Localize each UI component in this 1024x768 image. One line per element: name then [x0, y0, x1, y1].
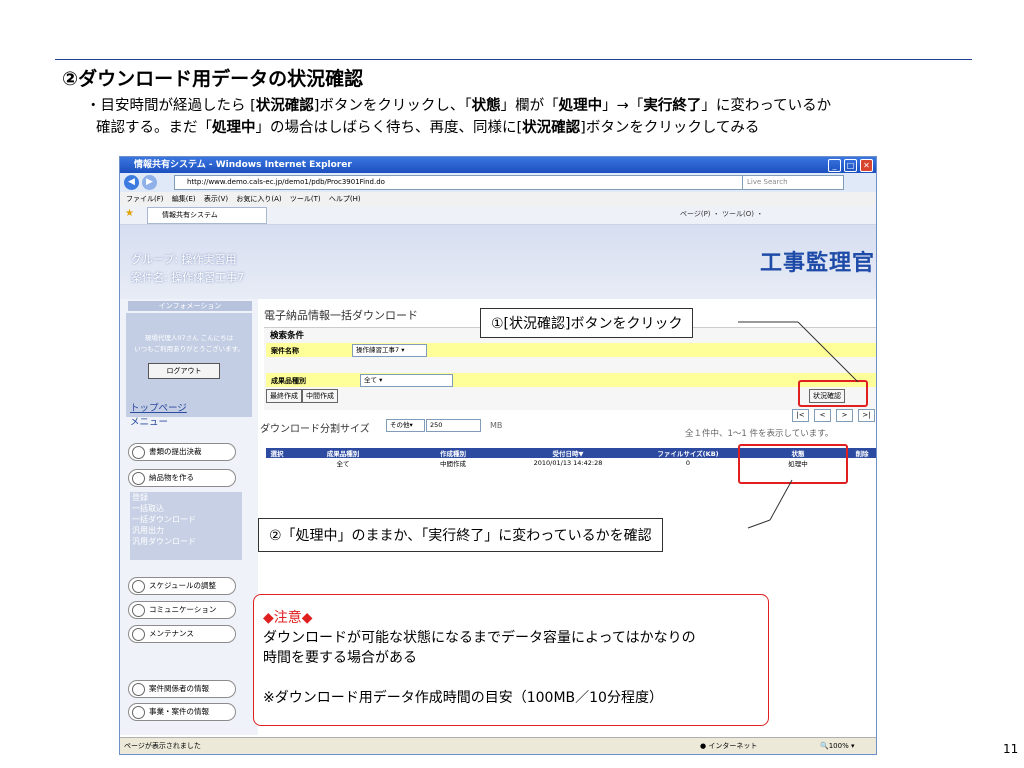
note-title-text: ◆注意◆	[263, 610, 313, 626]
page-number: 11	[1003, 742, 1019, 756]
connector-1b	[797, 321, 859, 383]
note-line-3: ※ダウンロード用データ作成時間の目安（100MB／10分程度）	[263, 690, 663, 706]
note-line-2: 時間を要する場合がある	[263, 650, 417, 666]
connector-2b	[769, 479, 793, 521]
note-line-1: ダウンロードが可能な状態になるまでデータ容量によってはかなりの	[263, 630, 696, 646]
note-text: ◆注意◆ ダウンロードが可能な状態になるまでデータ容量によってはかなりの 時間を…	[263, 608, 696, 708]
connector-2a	[747, 519, 771, 529]
callout-confirm-status: ②「処理中」のままか、「実行終了」に変わっているかを確認	[258, 518, 663, 552]
note-spacer	[263, 668, 696, 688]
note-title: ◆注意◆	[263, 608, 696, 628]
